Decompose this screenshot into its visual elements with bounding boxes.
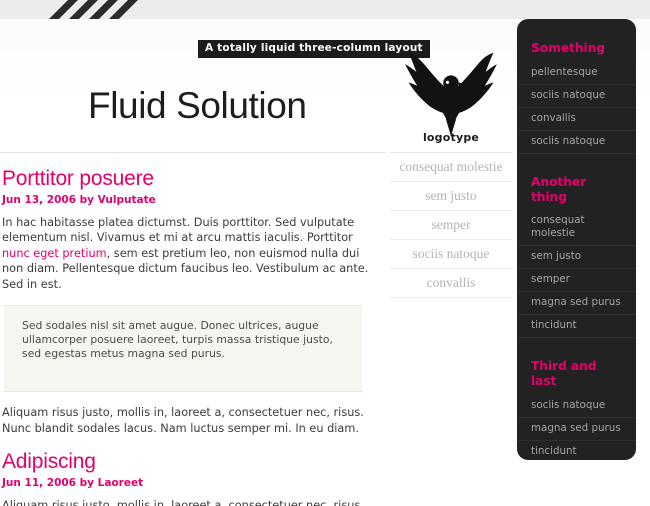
sidebar-link[interactable]: semper: [517, 269, 636, 291]
post-title: Adipiscing: [2, 450, 96, 474]
sidebar-list-item[interactable]: sociis natoque: [517, 131, 636, 154]
sidebar-group-heading: Something: [531, 41, 605, 55]
post-title: Porttitor posuere: [2, 167, 154, 190]
sidebar-link[interactable]: sem justo: [517, 246, 636, 268]
post-meta: Jun 13, 2006 by Vulputate: [2, 194, 156, 207]
sidebar-list-item[interactable]: semper: [517, 269, 636, 293]
post-meta: Jun 11, 2006 by Laoreet: [2, 477, 144, 490]
logotype-text: logotype: [422, 131, 480, 144]
sidebar-list-item[interactable]: tincidunt: [517, 441, 636, 460]
sidebar-link[interactable]: consequat molestie: [517, 210, 636, 245]
inline-link[interactable]: nunc eget pretium: [2, 247, 107, 260]
middle-nav-link[interactable]: consequat molestie: [390, 153, 512, 181]
sidebar-group-heading: Third and last: [531, 359, 597, 388]
right-sidebar: Something pellentesque sociis natoque co…: [517, 19, 636, 460]
sidebar-list-item[interactable]: magna sed purus: [517, 292, 636, 316]
post-body: In hac habitasse platea dictumst. Duis p…: [2, 215, 372, 293]
post-trailing-paragraph: Aliquam risus justo, mollis in, laoreet …: [2, 406, 364, 435]
middle-nav-item[interactable]: sem justo: [390, 182, 512, 211]
middle-nav-link[interactable]: convallis: [390, 269, 512, 297]
post-body-text-before: In hac habitasse platea dictumst. Duis p…: [2, 215, 355, 245]
middle-nav-link[interactable]: semper: [390, 211, 512, 239]
sidebar-list-item[interactable]: magna sed purus: [517, 418, 636, 441]
middle-nav-item[interactable]: consequat molestie: [390, 153, 512, 182]
middle-nav-link[interactable]: sociis natoque: [390, 240, 512, 268]
sidebar-link[interactable]: magna sed purus: [517, 418, 636, 440]
post-body: Aliquam risus justo, mollis in, laoreet …: [2, 498, 364, 506]
sidebar-link[interactable]: tincidunt: [517, 315, 636, 337]
sidebar-list-item[interactable]: tincidunt: [517, 315, 636, 339]
sidebar-link[interactable]: sociis natoque: [517, 131, 636, 153]
sidebar-list: consequat molestie sem justo semper magn…: [517, 210, 636, 339]
middle-nav-item[interactable]: semper: [390, 211, 512, 240]
middle-column: logotype consequat molestie sem justo se…: [390, 19, 512, 506]
sidebar-list-item[interactable]: consequat molestie: [517, 210, 636, 247]
sidebar-list-item[interactable]: sociis natoque: [517, 85, 636, 108]
sidebar-group: Something pellentesque sociis natoque co…: [517, 41, 636, 162]
sidebar-group: Third and last sociis natoque magna sed …: [517, 359, 636, 460]
middle-nav-item[interactable]: convallis: [390, 269, 512, 298]
sidebar-list-item[interactable]: pellentesque: [517, 62, 636, 85]
sidebar-group: Another thing consequat molestie sem jus…: [517, 175, 636, 347]
main-content-column: Porttitor posuere Jun 13, 2006 by Vulput…: [0, 152, 386, 506]
sidebar-list-item[interactable]: sem justo: [517, 246, 636, 270]
sidebar-list-item[interactable]: convallis: [517, 108, 636, 131]
sidebar-link[interactable]: tincidunt: [517, 441, 636, 460]
page-title: Fluid Solution: [88, 85, 307, 126]
sidebar-list: pellentesque sociis natoque convallis so…: [517, 62, 636, 154]
sidebar-list: sociis natoque magna sed purus tincidunt…: [517, 395, 636, 460]
sidebar-list-item[interactable]: sociis natoque: [517, 395, 636, 418]
sidebar-group-heading: Another thing: [531, 174, 587, 204]
sidebar-link[interactable]: convallis: [517, 108, 636, 130]
sidebar-link[interactable]: sociis natoque: [517, 85, 636, 107]
middle-nav-link[interactable]: sem justo: [390, 182, 512, 210]
sidebar-link[interactable]: pellentesque: [517, 62, 636, 84]
blockquote: Sed sodales nisl sit amet augue. Donec u…: [4, 305, 362, 393]
middle-nav-item[interactable]: sociis natoque: [390, 240, 512, 269]
sidebar-link[interactable]: magna sed purus: [517, 292, 636, 314]
sidebar-link[interactable]: sociis natoque: [517, 395, 636, 417]
top-band: [0, 0, 650, 19]
middle-nav-list: consequat molestie sem justo semper soci…: [390, 152, 512, 298]
